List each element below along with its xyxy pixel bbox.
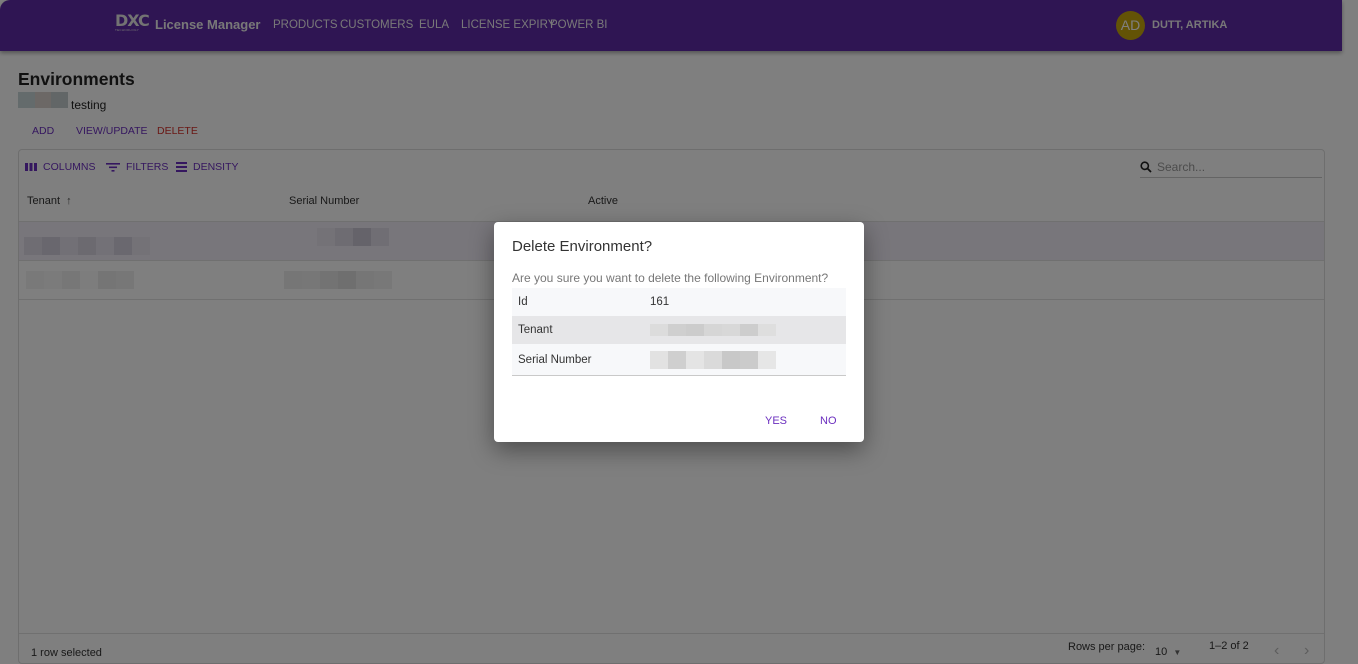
- detail-label: Tenant: [518, 324, 553, 336]
- confirm-yes-button[interactable]: YES: [765, 415, 787, 427]
- detail-label: Id: [518, 296, 528, 308]
- environment-details: Id 161 Tenant Serial Number: [512, 288, 846, 376]
- detail-row-id: Id 161: [512, 288, 846, 316]
- detail-row-tenant: Tenant: [512, 316, 846, 344]
- dialog-message: Are you sure you want to delete the foll…: [512, 271, 829, 285]
- dialog-title: Delete Environment?: [512, 238, 653, 255]
- detail-label: Serial Number: [518, 353, 592, 366]
- delete-environment-dialog: Delete Environment? Are you sure you wan…: [494, 222, 864, 442]
- detail-value-redacted: [650, 350, 846, 369]
- detail-row-serial-number: Serial Number: [512, 344, 846, 375]
- cancel-no-button[interactable]: NO: [820, 415, 837, 427]
- detail-value: 161: [650, 296, 670, 308]
- detail-value-redacted: [650, 324, 846, 336]
